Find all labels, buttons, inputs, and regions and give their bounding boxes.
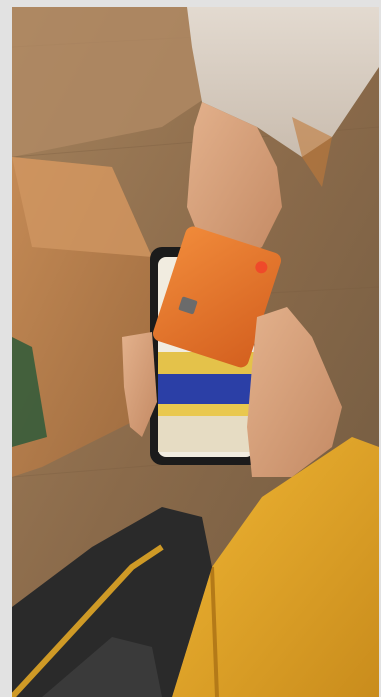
photo — [12, 7, 379, 697]
screen-blue-band — [158, 374, 254, 404]
screen-yellow-strip — [158, 404, 254, 416]
photo-illustration — [12, 7, 379, 697]
image-frame — [0, 0, 381, 697]
screen-content — [158, 416, 254, 452]
